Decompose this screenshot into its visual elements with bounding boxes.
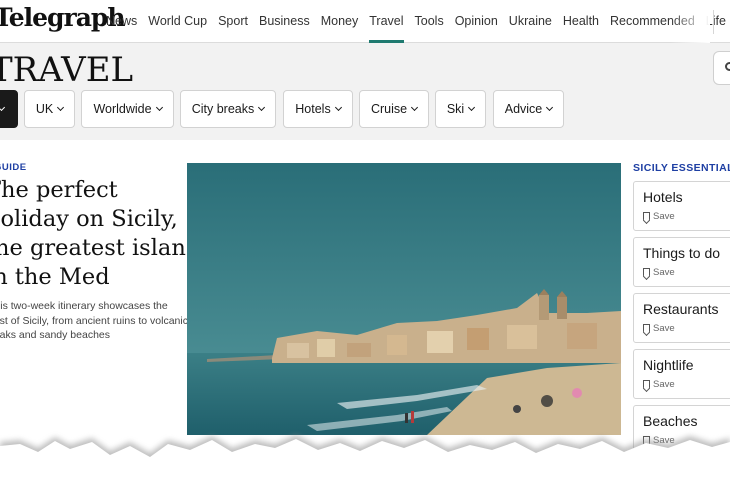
chip-cruise[interactable]: Cruise xyxy=(359,90,429,128)
sidebar-card-restaurants[interactable]: Restaurants Save xyxy=(633,293,730,343)
chip-dark-dropdown[interactable] xyxy=(0,90,18,128)
chevron-down-icon xyxy=(411,103,419,112)
chip-label: Advice xyxy=(504,102,543,116)
save-label: Save xyxy=(653,323,675,334)
chip-label: Worldwide xyxy=(93,102,152,116)
nav-fade-overlay xyxy=(670,0,710,43)
torn-paper-edge xyxy=(0,435,730,480)
section-bar: TRAVEL UK Worldwide City breaks Hotels C… xyxy=(0,43,730,140)
chevron-down-icon xyxy=(546,103,554,112)
headline-line: the greatest island xyxy=(0,235,201,261)
chevron-down-icon xyxy=(0,103,6,112)
save-button[interactable]: Save xyxy=(643,323,675,334)
chip-label: City breaks xyxy=(191,102,255,116)
nav-link-business[interactable]: Business xyxy=(259,0,310,43)
nav-link-tools[interactable]: Tools xyxy=(415,0,444,43)
bookmark-icon xyxy=(643,324,650,333)
headline-line: holiday on Sicily, xyxy=(0,206,178,232)
chip-worldwide[interactable]: Worldwide xyxy=(81,90,174,128)
standfirst-line: This two-week itinerary showcases the xyxy=(0,300,168,312)
chip-city-breaks[interactable]: City breaks xyxy=(180,90,276,128)
hero-illustration xyxy=(187,163,621,435)
nav-link-money[interactable]: Money xyxy=(321,0,359,43)
sidebar-card-hotels[interactable]: Hotels Save xyxy=(633,181,730,231)
save-button[interactable]: Save xyxy=(643,379,675,390)
article-standfirst: This two-week itinerary showcases the be… xyxy=(0,299,188,343)
headline-line: in the Med xyxy=(0,264,110,290)
chip-hotels[interactable]: Hotels xyxy=(283,90,353,128)
section-title: TRAVEL xyxy=(0,50,134,90)
save-button[interactable]: Save xyxy=(643,211,675,222)
nav-link-travel[interactable]: Travel xyxy=(369,0,404,43)
chevron-down-icon xyxy=(468,103,476,112)
chevron-down-icon xyxy=(334,103,342,112)
nav-divider xyxy=(713,10,714,34)
article-headline[interactable]: The perfect holiday on Sicily, the great… xyxy=(0,176,201,292)
chip-ski[interactable]: Ski xyxy=(435,90,486,128)
top-navigation: Telegraph News World Cup Sport Business … xyxy=(0,0,730,43)
chevron-down-icon xyxy=(57,103,65,112)
search-button[interactable] xyxy=(713,51,730,85)
card-title: Nightlife xyxy=(643,357,694,373)
nav-link-world-cup[interactable]: World Cup xyxy=(148,0,207,43)
nav-links: News World Cup Sport Business Money Trav… xyxy=(106,0,730,43)
bookmark-icon xyxy=(643,268,650,277)
nav-link-sport[interactable]: Sport xyxy=(218,0,248,43)
search-icon xyxy=(725,62,730,71)
card-title: Restaurants xyxy=(643,301,719,317)
chip-label: Ski xyxy=(446,102,465,116)
sidebar-card-nightlife[interactable]: Nightlife Save xyxy=(633,349,730,399)
sidebar-card-things-to-do[interactable]: Things to do Save xyxy=(633,237,730,287)
bookmark-icon xyxy=(643,212,650,221)
nav-link-health[interactable]: Health xyxy=(563,0,599,43)
card-title: Hotels xyxy=(643,189,683,205)
standfirst-line: peaks and sandy beaches xyxy=(0,329,111,341)
chevron-down-icon xyxy=(155,103,163,112)
save-button[interactable]: Save xyxy=(643,267,675,278)
headline-line: The perfect xyxy=(0,177,118,203)
chevron-down-icon xyxy=(258,103,266,112)
bookmark-icon xyxy=(643,380,650,389)
save-label: Save xyxy=(653,379,675,390)
save-label: Save xyxy=(653,267,675,278)
standfirst-line: best of Sicily, from ancient ruins to vo… xyxy=(0,314,188,327)
hero-image-cefalu-beach[interactable] xyxy=(187,163,621,435)
nav-link-news[interactable]: News xyxy=(106,0,137,43)
chip-label: Hotels xyxy=(295,102,331,116)
nav-link-ukraine[interactable]: Ukraine xyxy=(509,0,552,43)
chip-label: UK xyxy=(35,102,54,116)
sidebar-heading: SICILY ESSENTIALS xyxy=(633,162,730,174)
nav-link-opinion[interactable]: Opinion xyxy=(455,0,498,43)
article-kicker: GUIDE xyxy=(0,162,27,173)
chip-advice[interactable]: Advice xyxy=(493,90,564,128)
chip-label: Cruise xyxy=(370,102,408,116)
save-label: Save xyxy=(653,211,675,222)
chip-uk[interactable]: UK xyxy=(24,90,75,128)
card-title: Things to do xyxy=(643,245,721,261)
